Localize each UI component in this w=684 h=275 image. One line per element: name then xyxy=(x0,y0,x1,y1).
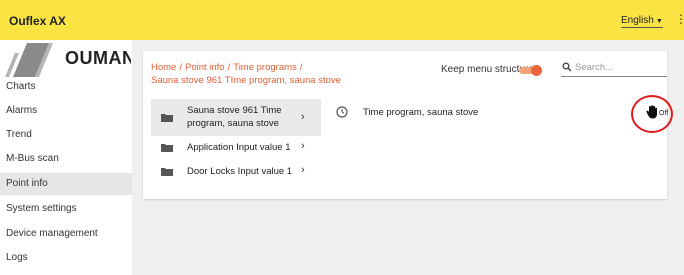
breadcrumb-home[interactable]: Home xyxy=(151,62,176,73)
list-item[interactable]: Sauna stove 961 Time program, sauna stov… xyxy=(151,99,321,136)
toggle-knob xyxy=(531,65,542,76)
folder-icon xyxy=(161,144,173,152)
chevron-right-icon: › xyxy=(301,140,305,152)
folder-icon xyxy=(161,168,173,176)
breadcrumb-current: Sauna stove 961 TIme program, sauna stov… xyxy=(151,75,341,86)
more-menu-icon[interactable]: ⋮ xyxy=(675,12,684,26)
folder-icon xyxy=(161,114,173,122)
list-item-label: Door Locks Input value 1 xyxy=(187,166,293,177)
sidebar-item-device-management[interactable]: Device management xyxy=(0,223,132,245)
time-program-label[interactable]: Time program, sauna stove xyxy=(363,107,478,118)
sidebar-item-charts[interactable]: Charts xyxy=(0,76,132,98)
list-item[interactable]: Application Input value 1 › xyxy=(151,137,321,159)
ouman-logo: OUMAN xyxy=(5,43,131,77)
point-info-card: Home / Point info / Time programs / Sauna sto… xyxy=(143,51,673,199)
keep-menu-toggle[interactable] xyxy=(517,64,543,76)
clock-icon xyxy=(336,106,348,118)
sidebar-item-logs[interactable]: Logs xyxy=(0,247,132,269)
highlight-circle xyxy=(631,95,673,133)
app-title: Ouflex AX xyxy=(9,14,66,28)
sidebar-item-mbus-scan[interactable]: M-Bus scan xyxy=(0,148,132,170)
language-select[interactable]: English ▼ xyxy=(621,15,663,28)
sidebar-item-trend[interactable]: Trend xyxy=(0,124,132,146)
search-box[interactable] xyxy=(561,59,667,77)
search-icon xyxy=(562,62,572,72)
top-bar: Ouflex AX English ▼ ⋮ xyxy=(0,0,684,40)
breadcrumb-separator: / xyxy=(179,62,182,73)
breadcrumb-point-info[interactable]: Point info xyxy=(185,62,225,73)
list-item[interactable]: Door Locks Input value 1 › xyxy=(151,161,321,183)
caret-down-icon: ▼ xyxy=(655,18,663,25)
sidebar: OUMAN Charts Alarms Trend M-Bus scan Poi… xyxy=(0,40,132,275)
chevron-right-icon: › xyxy=(301,164,305,176)
search-input[interactable] xyxy=(575,60,663,74)
chevron-right-icon: › xyxy=(301,111,305,123)
sidebar-item-system-settings[interactable]: System settings xyxy=(0,198,132,220)
breadcrumb: Home / Point info / Time programs / Sauna sto… xyxy=(151,61,341,87)
list-item-label: Application Input value 1 xyxy=(187,142,291,153)
sidebar-item-alarms[interactable]: Alarms xyxy=(0,100,132,122)
list-item-label: Sauna stove 961 Time program, sauna stov… xyxy=(187,105,282,129)
sidebar-item-point-info[interactable]: Point info xyxy=(0,173,132,195)
language-label: English xyxy=(621,15,654,26)
breadcrumb-separator: / xyxy=(227,62,231,73)
breadcrumb-time-programs[interactable]: Time programs xyxy=(233,62,297,73)
breadcrumb-separator: / xyxy=(299,62,303,73)
logo-text: OUMAN xyxy=(65,48,131,68)
